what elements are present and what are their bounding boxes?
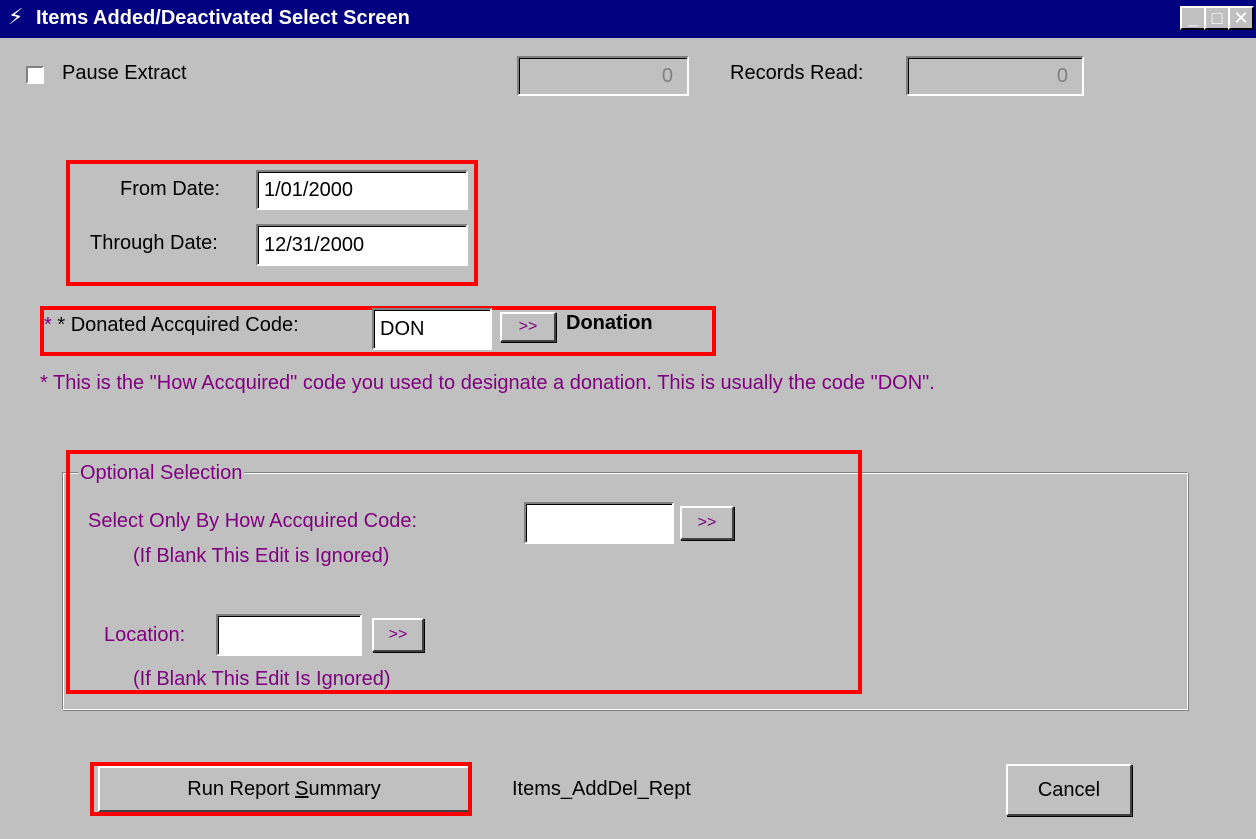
donated-code-field[interactable]: DON [372, 308, 492, 350]
pause-extract-label: Pause Extract [62, 62, 187, 84]
from-date-field[interactable]: 1/01/2000 [256, 170, 468, 210]
title-bar: ⚡ Items Added/Deactivated Select Screen … [0, 0, 1256, 38]
donated-code-description: Donation [566, 312, 653, 334]
minimize-button[interactable]: _ [1180, 6, 1206, 30]
records-read-label: Records Read: [730, 62, 864, 84]
donated-code-label: * * Donated Accquired Code: [44, 314, 299, 336]
extract-counter-field: 0 [517, 56, 689, 96]
from-date-label: From Date: [120, 178, 221, 200]
donated-code-label-text: * Donated Accquired Code: [57, 314, 299, 336]
through-date-field[interactable]: 12/31/2000 [256, 224, 468, 266]
records-read-field: 0 [906, 56, 1084, 96]
report-name-label: Items_AddDel_Rept [512, 778, 691, 800]
cancel-button[interactable]: Cancel [1006, 764, 1132, 816]
optional-selection-highlight [66, 450, 862, 694]
close-button[interactable]: ✕ [1228, 6, 1254, 30]
maximize-button[interactable]: □ [1204, 6, 1230, 30]
donated-code-lookup-button[interactable]: >> [500, 312, 556, 342]
app-icon: ⚡ [8, 4, 24, 29]
window-title: Items Added/Deactivated Select Screen [36, 7, 410, 29]
pause-extract-checkbox[interactable] [26, 66, 44, 84]
through-date-label: Through Date: [90, 232, 218, 254]
run-report-highlight [90, 762, 472, 816]
donated-code-help: * This is the "How Accquired" code you u… [40, 372, 935, 394]
